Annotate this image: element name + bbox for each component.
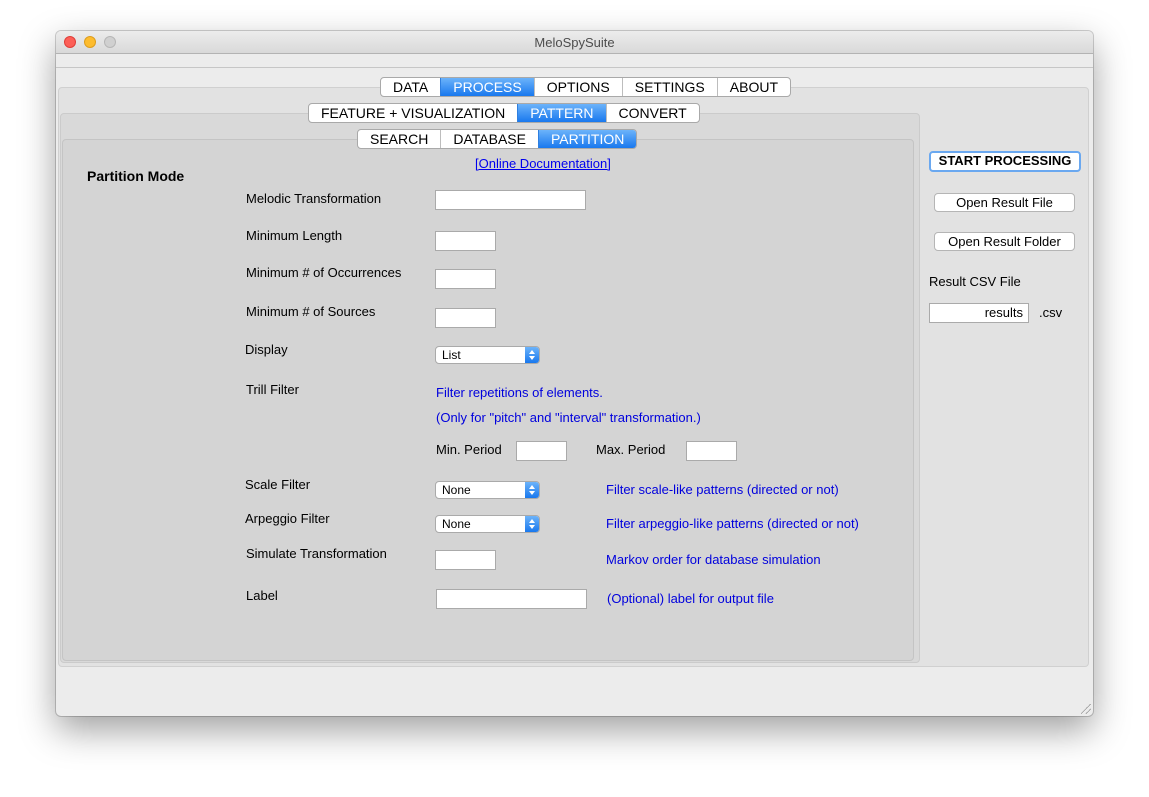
trill-filter-label: Trill Filter [246,382,299,397]
arpeggio-filter-description: Filter arpeggio-like patterns (directed … [606,516,859,531]
tab-about[interactable]: ABOUT [716,78,790,96]
display-select[interactable]: List [435,346,540,364]
simulate-transformation-label: Simulate Transformation [246,546,387,561]
tab-feature-visualization[interactable]: FEATURE + VISUALIZATION [309,104,517,122]
max-period-label: Max. Period [596,442,666,457]
trill-filter-description: Filter repetitions of elements. [436,385,603,400]
app-window: MeloSpySuite DATA PROCESS OPTIONS SETTIN… [56,31,1093,716]
updown-chevron-icon [525,347,539,363]
pattern-tabs: SEARCH DATABASE PARTITION [357,129,638,149]
updown-chevron-icon [525,516,539,532]
result-csv-file-input[interactable]: results [929,303,1029,323]
open-result-file-button[interactable]: Open Result File [934,193,1075,212]
title-bar[interactable]: MeloSpySuite [56,31,1093,54]
arpeggio-filter-select[interactable]: None [435,515,540,533]
csv-extension-label: .csv [1039,305,1063,320]
resize-grip-icon[interactable] [1081,704,1091,714]
melodic-transformation-input[interactable] [435,190,586,210]
max-period-input[interactable] [686,441,737,461]
process-tabs: FEATURE + VISUALIZATION PATTERN CONVERT [308,103,700,123]
start-processing-button[interactable]: START PROCESSING [929,151,1081,172]
min-sources-input[interactable] [435,308,496,328]
min-period-label: Min. Period [436,442,502,457]
display-select-value: List [442,348,461,362]
arpeggio-filter-select-value: None [442,517,471,531]
pattern-tab-panel [62,139,914,661]
result-csv-file-label: Result CSV File [929,274,1021,289]
tab-settings[interactable]: SETTINGS [621,78,717,96]
tab-convert[interactable]: CONVERT [605,104,699,122]
updown-chevron-icon [525,482,539,498]
output-label-input[interactable] [436,589,587,609]
tab-search[interactable]: SEARCH [358,130,440,148]
tab-pattern[interactable]: PATTERN [517,104,606,122]
minimum-length-label: Minimum Length [246,228,343,243]
arpeggio-filter-label: Arpeggio Filter [245,511,330,526]
scale-filter-description: Filter scale-like patterns (directed or … [606,482,839,497]
online-documentation-link[interactable]: [Online Documentation] [475,156,611,171]
display-label: Display [245,342,288,357]
simulate-transformation-input[interactable] [435,550,496,570]
scale-filter-select-value: None [442,483,471,497]
trill-filter-note: (Only for "pitch" and "interval" transfo… [436,410,701,425]
open-result-folder-button[interactable]: Open Result Folder [934,232,1075,251]
tab-process[interactable]: PROCESS [440,78,534,96]
min-occurrences-input[interactable] [435,269,496,289]
window-title: MeloSpySuite [534,35,615,50]
scale-filter-label: Scale Filter [245,477,311,492]
output-label-label: Label [246,588,278,603]
output-label-description: (Optional) label for output file [607,591,774,606]
tab-partition[interactable]: PARTITION [537,130,637,148]
tab-data[interactable]: DATA [381,78,440,96]
scale-filter-select[interactable]: None [435,481,540,499]
minimum-length-input[interactable] [435,231,496,251]
main-tabs: DATA PROCESS OPTIONS SETTINGS ABOUT [380,77,791,97]
tab-database[interactable]: DATABASE [440,130,538,148]
min-sources-label: Minimum # of Sources [246,304,376,319]
tab-options[interactable]: OPTIONS [533,78,622,96]
melodic-transformation-label: Melodic Transformation [246,191,382,206]
toolbar-divider [56,67,1093,68]
min-occurrences-label: Minimum # of Occurrences [246,265,402,280]
page-title: Partition Mode [87,168,185,184]
min-period-input[interactable] [516,441,567,461]
simulate-transformation-description: Markov order for database simulation [606,552,821,567]
